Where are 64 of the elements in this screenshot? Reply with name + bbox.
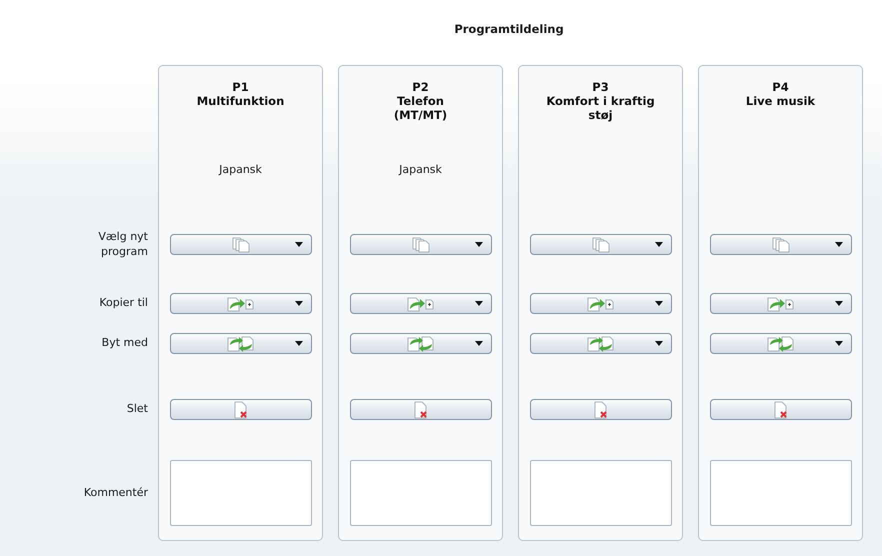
comment-field[interactable]: [170, 460, 312, 526]
delete-page-icon: [232, 400, 248, 418]
copy-to-page-icon: [766, 296, 796, 312]
caret-icon: [474, 341, 482, 346]
program-number: P1: [231, 80, 250, 94]
caret-icon: [294, 341, 302, 346]
swap-pages-icon: [586, 336, 616, 352]
program-name: Telefon (MT/MT): [394, 94, 448, 122]
program-number: P2: [411, 80, 430, 94]
program-name: Multifunktion: [196, 94, 284, 108]
swap-pages-icon: [406, 336, 436, 352]
select-program-dropdown[interactable]: [170, 234, 312, 255]
caret-icon: [654, 301, 662, 306]
copy-to-dropdown[interactable]: [350, 293, 492, 314]
caret-icon: [294, 242, 302, 247]
comment-field[interactable]: [710, 460, 852, 526]
pages-icon: [230, 236, 252, 252]
caret-icon: [294, 301, 302, 306]
swap-with-dropdown[interactable]: [710, 333, 852, 354]
delete-page-icon: [772, 400, 788, 418]
swap-pages-icon: [226, 336, 256, 352]
caret-icon: [834, 242, 842, 247]
caret-icon: [474, 242, 482, 247]
delete-page-icon: [592, 400, 608, 418]
pages-icon: [770, 236, 792, 252]
language-label: Japansk: [399, 162, 442, 176]
program-name: Live musik: [746, 94, 816, 108]
caret-icon: [474, 301, 482, 306]
program-number: P3: [591, 80, 610, 94]
swap-with-dropdown[interactable]: [350, 333, 492, 354]
delete-button[interactable]: [530, 399, 672, 420]
pages-icon: [590, 236, 612, 252]
comment-field[interactable]: [350, 460, 492, 526]
row-label: Kommentér: [82, 484, 148, 500]
copy-to-page-icon: [586, 296, 616, 312]
delete-page-icon: [412, 400, 428, 418]
comment-field[interactable]: [530, 460, 672, 526]
caret-icon: [834, 341, 842, 346]
row-label: Byt med: [100, 335, 148, 350]
pages-icon: [410, 236, 432, 252]
row-label: Kopier til: [98, 295, 148, 310]
page-title: Programtildeling: [454, 22, 564, 36]
select-program-dropdown[interactable]: [350, 234, 492, 255]
copy-to-dropdown[interactable]: [710, 293, 852, 314]
language-label: Japansk: [219, 162, 262, 176]
program-name: Komfort i kraftig støj: [546, 94, 655, 122]
caret-icon: [654, 242, 662, 247]
row-label: Vælg nyt program: [97, 228, 148, 258]
delete-button[interactable]: [710, 399, 852, 420]
program-number: P4: [771, 80, 790, 94]
select-program-dropdown[interactable]: [710, 234, 852, 255]
delete-button[interactable]: [350, 399, 492, 420]
copy-to-dropdown[interactable]: [530, 293, 672, 314]
swap-pages-icon: [766, 336, 796, 352]
caret-icon: [654, 341, 662, 346]
copy-to-dropdown[interactable]: [170, 293, 312, 314]
swap-with-dropdown[interactable]: [170, 333, 312, 354]
copy-to-page-icon: [226, 296, 256, 312]
copy-to-page-icon: [406, 296, 436, 312]
delete-button[interactable]: [170, 399, 312, 420]
row-label: Slet: [126, 401, 148, 416]
caret-icon: [834, 301, 842, 306]
select-program-dropdown[interactable]: [530, 234, 672, 255]
swap-with-dropdown[interactable]: [530, 333, 672, 354]
